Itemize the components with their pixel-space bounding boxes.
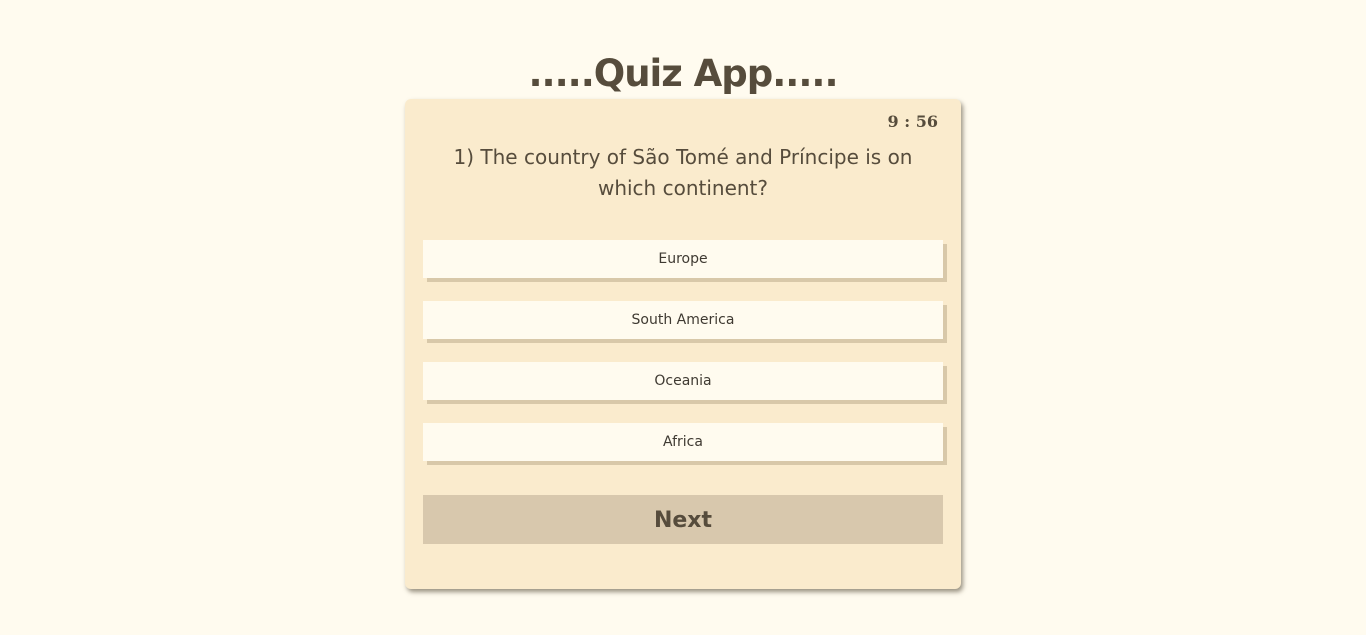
answer-options: Europe South America Oceania Africa xyxy=(423,240,943,484)
question-text: 1) The country of São Tomé and Príncipe … xyxy=(453,145,913,200)
next-button[interactable]: Next xyxy=(423,495,943,544)
answer-option-oceania[interactable]: Oceania xyxy=(423,362,943,400)
app-title: .....Quiz App..... xyxy=(528,51,838,95)
answer-option-south-america[interactable]: South America xyxy=(423,301,943,339)
quiz-card: 9 : 56 1) The country of São Tomé and Pr… xyxy=(405,99,961,589)
countdown-timer: 9 : 56 xyxy=(887,112,938,131)
answer-option-europe[interactable]: Europe xyxy=(423,240,943,278)
answer-option-africa[interactable]: Africa xyxy=(423,423,943,461)
